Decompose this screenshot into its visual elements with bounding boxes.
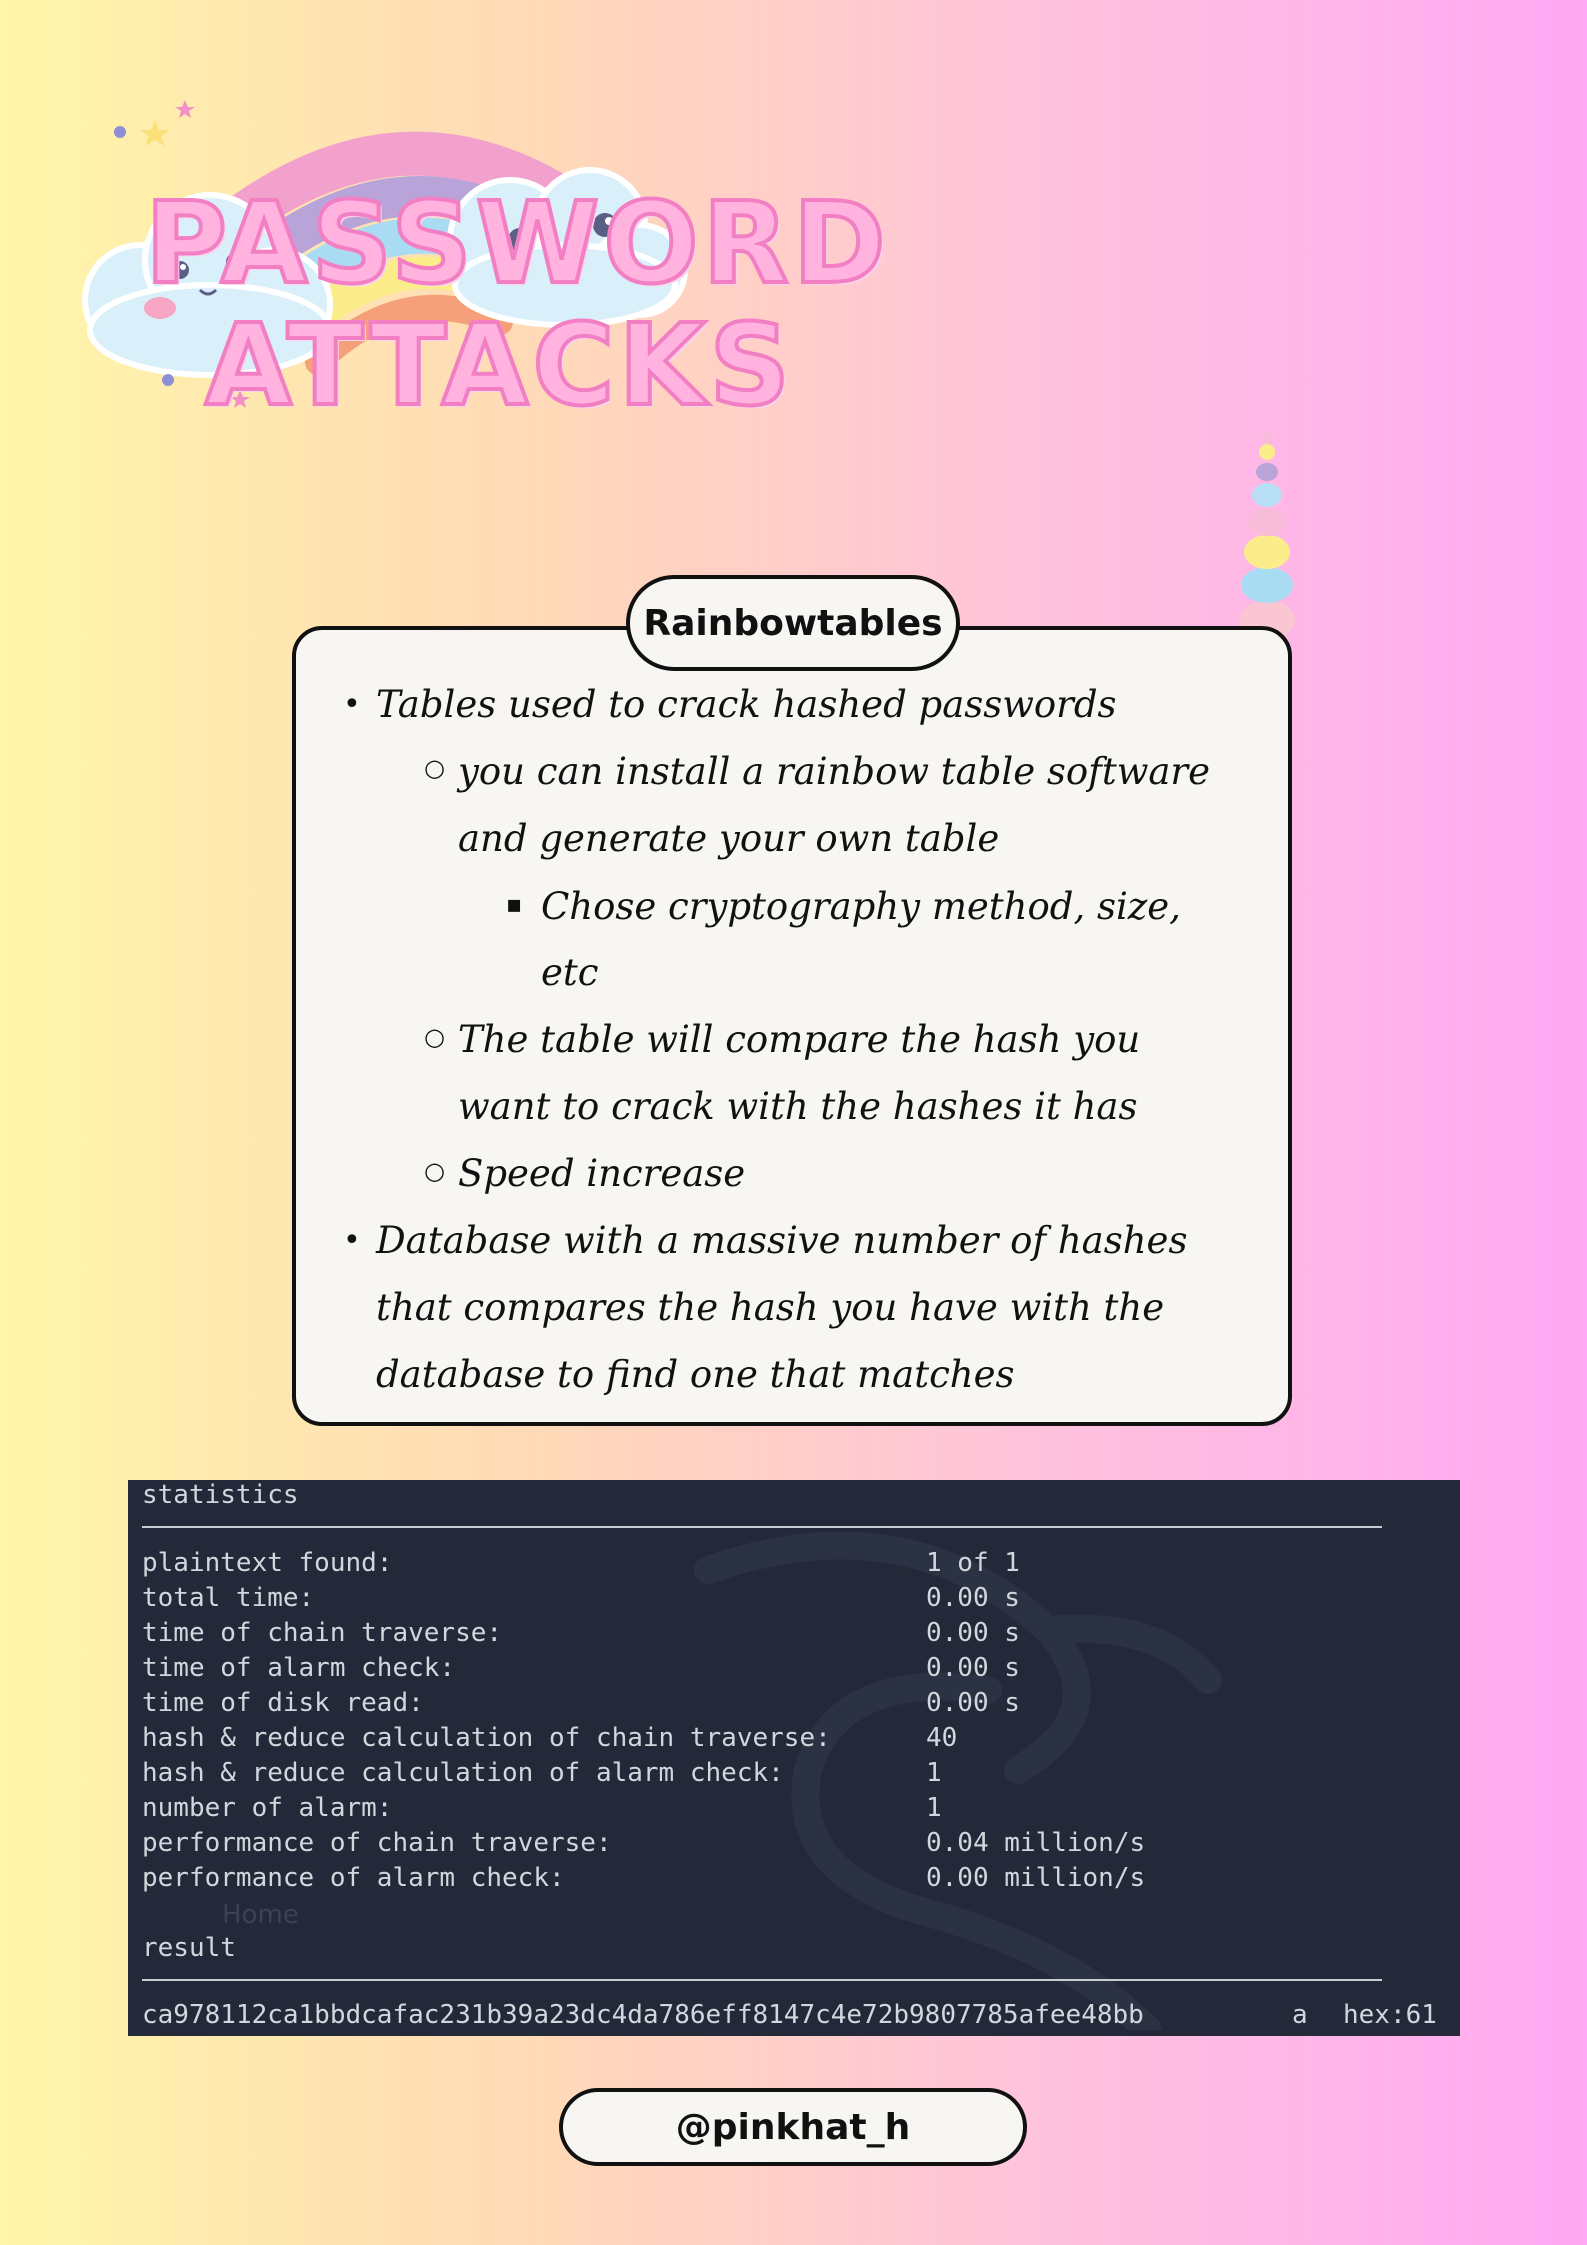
- stat-value: 0.00 million/s: [926, 1863, 1146, 1893]
- title-line-1: PASSWORD: [143, 179, 890, 309]
- author-handle: @pinkhat_h: [559, 2088, 1027, 2166]
- bullet-level1: •: [343, 687, 361, 722]
- bullet-level2: ○: [424, 1023, 445, 1051]
- stat-value: 0.00 s: [926, 1688, 1020, 1718]
- note-line: and generate your own table: [458, 817, 1000, 860]
- bullet-level1: •: [343, 1223, 361, 1258]
- stat-label: time of disk read:: [142, 1688, 424, 1718]
- note-line: Speed increase: [458, 1152, 746, 1195]
- stat-value: 0.00 s: [926, 1618, 1020, 1648]
- terminal-divider: [142, 1526, 1382, 1528]
- bullet-level2: ○: [424, 1157, 445, 1185]
- stat-value: 1 of 1: [926, 1548, 1020, 1578]
- stat-label: time of chain traverse:: [142, 1618, 503, 1648]
- bullet-level2: ○: [424, 754, 445, 782]
- note-line: that compares the hash you have with the: [376, 1286, 1165, 1329]
- background-home-text: Home: [222, 1900, 299, 1930]
- note-line: Chose cryptography method, size,: [541, 885, 1181, 928]
- stat-value: 0.00 s: [926, 1583, 1020, 1613]
- bullet-level3: ▪: [506, 890, 523, 918]
- stat-value: 1: [926, 1758, 942, 1788]
- stat-label: plaintext found:: [142, 1548, 393, 1578]
- note-line: etc: [541, 951, 599, 994]
- stat-value: 40: [926, 1723, 958, 1753]
- terminal-statistics-header: statistics: [142, 1480, 299, 1510]
- result-hex: hex:61: [1343, 2000, 1437, 2030]
- note-line: you can install a rainbow table software: [458, 750, 1211, 793]
- unicorn-horn-icon: [1239, 432, 1295, 640]
- stat-label: total time:: [142, 1583, 315, 1613]
- stat-label: number of alarm:: [142, 1793, 393, 1823]
- note-line: Tables used to crack hashed passwords: [376, 683, 1117, 726]
- terminal-screenshot: Home statistics plaintext found: 1 of 1 …: [128, 1480, 1460, 2036]
- result-hash: ca978112ca1bbdcafac231b39a23dc4da786eff8…: [142, 2000, 1144, 2030]
- terminal-result-header: result: [142, 1933, 236, 1963]
- stat-label: time of alarm check:: [142, 1653, 456, 1683]
- stat-value: 1: [926, 1793, 942, 1823]
- card-heading: Rainbowtables: [626, 575, 960, 671]
- terminal-divider: [142, 1979, 1382, 1981]
- note-line: want to crack with the hashes it has: [458, 1085, 1138, 1128]
- title-line-2: ATTACKS: [203, 301, 794, 431]
- notes-card: • Tables used to crack hashed passwords …: [292, 626, 1292, 1426]
- note-line: The table will compare the hash you: [458, 1018, 1141, 1061]
- stat-label: hash & reduce calculation of chain trave…: [142, 1723, 831, 1753]
- note-line: Database with a massive number of hashes: [376, 1219, 1188, 1262]
- note-line: database to find one that matches: [376, 1353, 1015, 1396]
- stat-value: 0.04 million/s: [926, 1828, 1146, 1858]
- stat-label: performance of alarm check:: [142, 1863, 565, 1893]
- stat-label: performance of chain traverse:: [142, 1828, 612, 1858]
- stat-label: hash & reduce calculation of alarm check…: [142, 1758, 784, 1788]
- result-plaintext: a: [1292, 2000, 1308, 2030]
- stat-value: 0.00 s: [926, 1653, 1020, 1683]
